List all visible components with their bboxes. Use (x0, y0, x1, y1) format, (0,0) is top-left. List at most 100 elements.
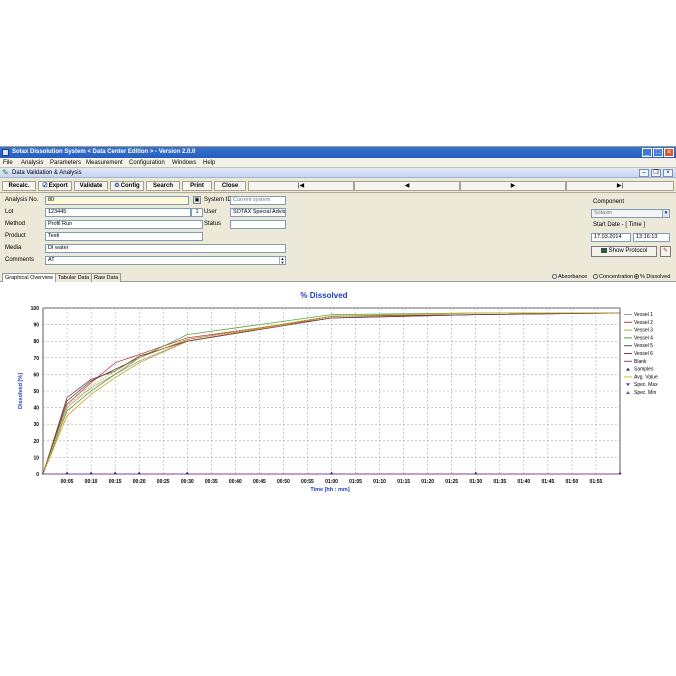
radio-absorbance-dot (552, 274, 557, 279)
app-icon (2, 149, 9, 156)
radio-dissolved-dot (634, 274, 639, 279)
menu-windows[interactable]: Windows (172, 160, 196, 166)
last-record-button[interactable]: ▶| (566, 181, 674, 191)
media-label: Media (5, 245, 22, 251)
maximize-button[interactable]: □ (653, 148, 663, 157)
status-field[interactable] (230, 220, 286, 229)
y-tick-label: 70 (33, 356, 39, 362)
start-date-field[interactable]: 17.03.2014 (591, 233, 631, 242)
menu-bar: File Analysis Parameters Measurement Con… (0, 158, 676, 168)
config-button[interactable]: ⚙Config (110, 181, 144, 191)
tab-raw-data[interactable]: Raw Data (91, 273, 122, 282)
product-field[interactable]: Testi (45, 232, 203, 241)
chart-pane: % Dissolved 0 10 20 30 40 50 60 70 80 90 100 00:05 00… (0, 282, 676, 505)
next-record-button[interactable]: ▶ (460, 181, 566, 191)
export-label: Export (48, 183, 68, 189)
legend-label: Vessel 3 (634, 328, 653, 334)
lot-field[interactable]: 123445 (45, 208, 191, 217)
menu-parameters[interactable]: Parameters (50, 160, 81, 166)
print-button[interactable]: Print (182, 181, 212, 191)
x-tick-label: 01:10 (373, 479, 386, 485)
system-id-field[interactable]: Current system (230, 196, 286, 205)
y-tick-label: 0 (36, 472, 39, 478)
legend-label: Vessel 6 (634, 351, 653, 357)
radio-concentration-label: Concentration (599, 274, 634, 280)
comments-field[interactable]: AT (45, 256, 286, 265)
menu-file[interactable]: File (3, 160, 13, 166)
tab-bar: Graphical Overview Tabular Data Raw Data… (0, 271, 676, 283)
x-tick-label: 00:55 (301, 479, 314, 485)
chevron-down-icon[interactable]: ▾ (662, 210, 669, 217)
user-field[interactable]: SOTAX Special Advisor (230, 208, 286, 217)
y-tick-label: 20 (33, 439, 39, 445)
x-tick-label: 00:25 (157, 479, 170, 485)
previous-record-button[interactable]: ◀ (354, 181, 460, 191)
y-tick-label: 10 (33, 455, 39, 461)
x-tick-label: 01:55 (590, 479, 603, 485)
x-tick-label: 01:25 (445, 479, 458, 485)
recalc-button[interactable]: Recalc. (2, 181, 36, 191)
user-label: User (204, 209, 217, 215)
protocol-icon (600, 248, 607, 253)
menu-configuration[interactable]: Configuration (129, 160, 165, 166)
x-tick-label: 01:45 (541, 479, 554, 485)
save-icon[interactable]: ▣ (193, 196, 201, 204)
comments-scroll-arrows[interactable]: ▲ ▼ (279, 257, 285, 264)
close-window-button[interactable]: × (664, 148, 674, 157)
x-tick-label: 00:40 (229, 479, 242, 485)
tab-tabular-data[interactable]: Tabular Data (55, 273, 93, 282)
subwindow-title: Data Validation & Analysis (12, 170, 82, 176)
legend-label: Vessel 2 (634, 320, 653, 326)
component-label: Component (593, 199, 625, 205)
radio-dissolved-label: % Dissolved (640, 274, 671, 280)
legend-swatch (626, 391, 630, 394)
start-time-field[interactable]: 13:16:13 (633, 233, 670, 242)
analysis-no-label: Analysis No. (5, 197, 39, 203)
media-field[interactable]: DI water (45, 244, 286, 253)
radio-concentration[interactable]: Concentration (593, 274, 633, 280)
x-tick-label: 01:40 (517, 479, 530, 485)
system-id-label: System ID (204, 197, 232, 203)
x-tick-label: 01:30 (469, 479, 482, 485)
validate-button[interactable]: Validate (74, 181, 108, 191)
export-button[interactable]: ☑Export (38, 181, 72, 191)
menu-measurement[interactable]: Measurement (86, 160, 123, 166)
analysis-no-field[interactable]: 80 (45, 196, 189, 205)
analysis-form: Analysis No. 80 ▣ System ID Current syst… (0, 193, 676, 271)
radio-dissolved[interactable]: % Dissolved (634, 274, 670, 280)
minimize-button[interactable]: _ (642, 148, 652, 157)
search-button[interactable]: Search (146, 181, 180, 191)
sub-minimize-button[interactable]: – (639, 169, 649, 177)
validate-label: Validate (79, 183, 103, 189)
config-label: Config (120, 183, 140, 189)
radio-absorbance[interactable]: Absorbance (552, 274, 587, 280)
sub-restore-button[interactable]: ❐ (651, 169, 661, 177)
show-protocol-button[interactable]: Show Protocol (591, 246, 657, 257)
legend-swatch (626, 383, 630, 387)
close-button[interactable]: Close (214, 181, 246, 191)
print-label: Print (190, 183, 204, 189)
menu-help[interactable]: Help (203, 160, 215, 166)
window-controls: _ □ × (642, 148, 674, 157)
method-field[interactable]: Profil Run (45, 220, 203, 229)
legend-label: Samples (634, 367, 654, 373)
x-tick-label: 01:05 (349, 479, 362, 485)
recalc-label: Recalc. (8, 183, 30, 189)
edit-icon[interactable]: ✎ (660, 246, 671, 257)
menu-analysis[interactable]: Analysis (21, 160, 43, 166)
y-tick-label: 80 (33, 339, 39, 345)
first-record-button[interactable]: |◀ (248, 181, 354, 191)
comments-label: Comments (5, 257, 35, 263)
lot-number-field[interactable]: 1 (191, 208, 203, 217)
sub-close-button[interactable]: × (663, 169, 673, 177)
previous-record-icon: ◀ (404, 183, 410, 189)
y-tick-label: 40 (33, 406, 39, 412)
x-tick-label: 01:00 (325, 479, 338, 485)
y-tick-label: 100 (31, 306, 40, 312)
component-select[interactable]: Sotaxin (591, 209, 670, 218)
y-axis-label: Dissolved [%] (18, 373, 24, 409)
y-tick-label: 30 (33, 422, 39, 428)
lot-label: Lot (5, 209, 14, 215)
chart-title: % Dissolved (300, 291, 347, 300)
next-record-icon: ▶ (510, 183, 516, 189)
